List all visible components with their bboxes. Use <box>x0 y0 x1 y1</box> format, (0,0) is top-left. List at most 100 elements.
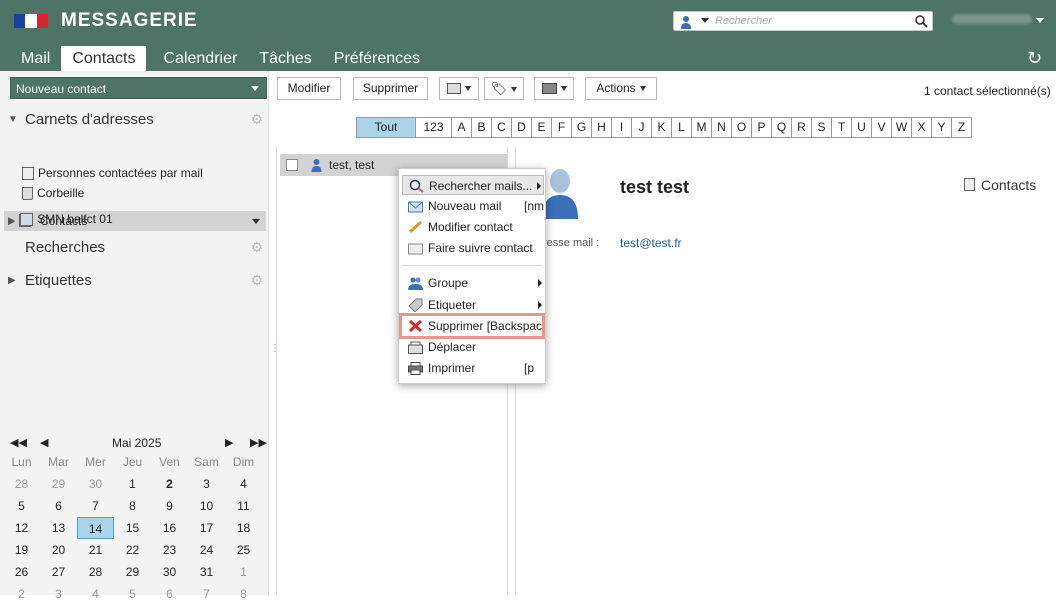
tag-button[interactable]: 🏷 <box>484 77 524 100</box>
alpha-filter-w[interactable]: W <box>892 117 912 138</box>
tab-mail[interactable]: Mail <box>10 46 61 71</box>
calendar-day[interactable]: 8 <box>114 495 151 517</box>
tab-taches[interactable]: Tâches <box>248 46 322 71</box>
tab-calendrier[interactable]: Calendrier <box>152 46 248 71</box>
alpha-filter-f[interactable]: F <box>552 117 572 138</box>
user-menu[interactable] <box>952 14 1032 24</box>
alpha-filter-j[interactable]: J <box>632 117 652 138</box>
move-button[interactable] <box>439 77 479 100</box>
menu-item-group[interactable]: Groupe <box>402 273 544 293</box>
alpha-filter-t[interactable]: T <box>832 117 852 138</box>
calendar-day[interactable]: 27 <box>40 561 77 583</box>
alpha-filter-m[interactable]: M <box>692 117 712 138</box>
address-books-section[interactable]: ▼ Carnets d'adresses ⚙ <box>0 111 269 131</box>
refresh-icon[interactable]: ↻ <box>1027 48 1042 69</box>
calendar-day[interactable]: 9 <box>151 495 188 517</box>
calendar-day[interactable]: 25 <box>225 539 262 561</box>
next-month-icon[interactable]: ▶ <box>225 436 233 449</box>
search-input[interactable]: Rechercher <box>715 15 772 27</box>
collapse-arrow-icon[interactable]: ▼ <box>8 114 18 125</box>
next-year-icon[interactable]: ▶▶ <box>250 436 267 449</box>
alpha-filter-o[interactable]: O <box>732 117 752 138</box>
calendar-day[interactable]: 29 <box>114 561 151 583</box>
alpha-filter-q[interactable]: Q <box>772 117 792 138</box>
alpha-filter-h[interactable]: H <box>592 117 612 138</box>
delete-button[interactable]: Supprimer <box>353 77 428 100</box>
searches-section[interactable]: Recherches ⚙ <box>0 239 269 259</box>
chevron-down-icon[interactable] <box>251 86 259 91</box>
alpha-filter-u[interactable]: U <box>852 117 872 138</box>
calendar-day[interactable]: 15 <box>114 517 151 539</box>
gear-icon[interactable]: ⚙ <box>250 272 263 289</box>
search-icon[interactable] <box>915 15 928 28</box>
calendar-day[interactable]: 12 <box>3 517 40 539</box>
calendar-day[interactable]: 31 <box>188 561 225 583</box>
menu-item-pencil[interactable]: Modifier contact <box>402 217 544 237</box>
tab-contacts[interactable]: Contacts <box>61 46 147 71</box>
sidebar-item-contacted[interactable]: Personnes contactées par mail <box>22 163 262 183</box>
calendar-day[interactable]: 28 <box>3 473 40 495</box>
calendar-day[interactable]: 6 <box>40 495 77 517</box>
labels-section[interactable]: ▶ Etiquettes ⚙ <box>0 272 269 292</box>
menu-item-mail[interactable]: Nouveau mail [nm <box>402 196 544 216</box>
alpha-filter-p[interactable]: P <box>752 117 772 138</box>
calendar-day[interactable]: 8 <box>225 583 262 605</box>
calendar-day[interactable]: 26 <box>3 561 40 583</box>
alpha-filter-l[interactable]: L <box>672 117 692 138</box>
calendar-day[interactable]: 3 <box>40 583 77 605</box>
user-caret-icon[interactable] <box>1036 18 1044 23</box>
alpha-filter-z[interactable]: Z <box>952 117 972 138</box>
menu-item-move[interactable]: Déplacer <box>402 337 544 357</box>
gear-icon[interactable]: ⚙ <box>250 239 263 256</box>
calendar-day[interactable]: 6 <box>151 583 188 605</box>
calendar-day[interactable]: 16 <box>151 517 188 539</box>
tab-preferences[interactable]: Préférences <box>323 46 431 71</box>
search-box[interactable]: Rechercher <box>673 11 933 31</box>
calendar-day[interactable]: 19 <box>3 539 40 561</box>
calendar-day[interactable]: 21 <box>77 539 114 561</box>
calendar-day[interactable]: 24 <box>188 539 225 561</box>
calendar-day[interactable]: 17 <box>188 517 225 539</box>
alpha-filter-n[interactable]: N <box>712 117 732 138</box>
calendar-day[interactable]: 2 <box>151 473 188 495</box>
calendar-day[interactable]: 1 <box>114 473 151 495</box>
calendar-day[interactable]: 23 <box>151 539 188 561</box>
calendar-day[interactable]: 2 <box>3 583 40 605</box>
calendar-day[interactable]: 11 <box>225 495 262 517</box>
alpha-filter-123[interactable]: 123 <box>416 117 452 138</box>
print-button[interactable] <box>534 77 574 100</box>
alpha-filter-c[interactable]: C <box>492 117 512 138</box>
menu-item-tag[interactable]: Etiqueter <box>402 295 544 315</box>
email-link[interactable]: test@test.fr <box>620 236 682 250</box>
new-contact-button[interactable]: Nouveau contact <box>10 77 267 99</box>
calendar-day[interactable]: 18 <box>225 517 262 539</box>
calendar-day[interactable]: 30 <box>151 561 188 583</box>
alpha-filter-s[interactable]: S <box>812 117 832 138</box>
sidebar-item-smn[interactable]: ▶ SMN balfct 01 <box>8 209 258 229</box>
alpha-filter-g[interactable]: G <box>572 117 592 138</box>
alpha-filter-v[interactable]: V <box>872 117 892 138</box>
menu-item-printer[interactable]: Imprimer [p <box>402 358 544 378</box>
calendar-day[interactable]: 29 <box>40 473 77 495</box>
menu-item-forward[interactable]: Faire suivre contact <box>402 238 544 258</box>
prev-year-icon[interactable]: ◀◀ <box>10 436 27 449</box>
alpha-filter-r[interactable]: R <box>792 117 812 138</box>
alpha-filter-k[interactable]: K <box>652 117 672 138</box>
actions-button[interactable]: Actions <box>585 77 657 100</box>
alpha-filter-x[interactable]: X <box>912 117 932 138</box>
expand-arrow-icon[interactable]: ▶ <box>8 275 16 286</box>
calendar-day[interactable]: 7 <box>77 495 114 517</box>
calendar-day[interactable]: 3 <box>188 473 225 495</box>
prev-month-icon[interactable]: ◀ <box>40 436 48 449</box>
person-icon[interactable] <box>680 15 692 29</box>
alpha-filter-tout[interactable]: Tout <box>356 117 416 138</box>
alpha-filter-y[interactable]: Y <box>932 117 952 138</box>
expand-arrow-icon[interactable]: ▶ <box>8 215 15 225</box>
calendar-day[interactable]: 13 <box>40 517 77 539</box>
calendar-day[interactable]: 7 <box>188 583 225 605</box>
alpha-filter-a[interactable]: A <box>452 117 472 138</box>
search-scope-caret-icon[interactable] <box>701 18 709 23</box>
calendar-day[interactable]: 10 <box>188 495 225 517</box>
calendar-day[interactable]: 5 <box>3 495 40 517</box>
sidebar-item-trash[interactable]: Corbeille <box>22 183 262 203</box>
